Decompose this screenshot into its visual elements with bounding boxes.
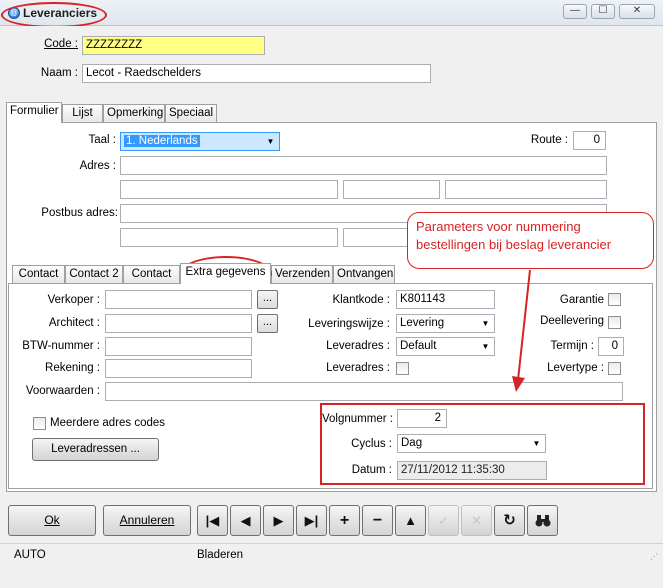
tab-lijst[interactable]: Lijst [62,104,103,123]
route-label: Route : [530,134,568,146]
klantkode-field[interactable]: K801143 [396,290,495,309]
garantie-checkbox[interactable] [608,293,621,306]
last-record-icon[interactable]: ▶| [296,505,327,536]
leveradressen-button[interactable]: Leveradressen ... [32,438,159,461]
verkoper-browse-button[interactable]: ... [257,290,278,309]
btw-field[interactable] [105,337,252,356]
leveradres-checkbox[interactable] [396,362,409,375]
code-label: Code : [44,38,78,50]
leveringswijze-select[interactable]: Levering ▼ [396,314,495,333]
route-field[interactable]: 0 [573,131,606,150]
postbus-label: Postbus adres: [41,207,118,219]
status-bar: AUTO Bladeren ⋰ [0,543,663,565]
taal-label: Taal : [88,134,117,146]
status-mode: AUTO [14,549,46,561]
leveradres-select[interactable]: Default ▼ [396,337,495,356]
annotation-arrow [512,269,531,392]
naam-field[interactable]: Lecot - Raedschelders [82,64,431,83]
chevron-down-icon: ▼ [481,319,490,328]
annuleren-button[interactable]: Annuleren [103,505,191,536]
resize-grip-icon[interactable]: ⋰ [650,552,660,562]
taal-value: 1. Nederlands [124,135,200,147]
add-record-icon[interactable]: + [329,505,360,536]
chevron-down-icon: ▼ [481,342,490,351]
volgnummer-annotation-box [320,403,645,485]
deellevering-checkbox[interactable] [608,316,621,329]
klantkode-label: Klantkode : [332,294,390,306]
meerdere-adres-checkbox[interactable] [33,417,46,430]
levertype-checkbox[interactable] [608,362,621,375]
adres-land-field[interactable] [445,180,607,199]
leveradres-check-label: Leveradres : [326,362,390,374]
leveringswijze-label: Leveringswijze : [308,318,390,330]
leveradres-value: Default [400,340,437,352]
tab-opmerking[interactable]: Opmerking [103,104,165,123]
architect-browse-button[interactable]: ... [257,314,278,333]
adres-postcode-field[interactable] [120,180,338,199]
ok-button[interactable]: Ok [8,505,96,536]
subtab-contact-1[interactable]: Contact 1 [12,265,65,297]
termijn-field[interactable]: 0 [598,337,624,356]
tab-speciaal[interactable]: Speciaal [165,104,217,123]
tab-formulier[interactable]: Formulier [6,102,62,123]
minimize-button[interactable]: — [563,4,587,19]
subtab-extra-gegevens[interactable]: Extra gegevens [180,263,271,284]
binoculars-icon [535,515,550,527]
previous-record-icon[interactable]: ◀ [230,505,261,536]
next-record-icon[interactable]: ▶ [263,505,294,536]
architect-label: Architect : [48,317,100,329]
maximize-button[interactable]: ☐ [591,4,615,19]
annotation-callout: Parameters voor nummering bestellingen b… [407,212,654,269]
adres-label: Adres : [79,160,116,172]
subtab-contact-2[interactable]: Contact 2 [65,265,123,284]
leveringswijze-value: Levering [400,317,445,329]
voorwaarden-field[interactable] [105,382,623,401]
rekening-label: Rekening : [45,362,100,374]
refresh-icon[interactable]: ↻ [494,505,525,536]
postbus-postcode-field[interactable] [120,228,338,247]
voorwaarden-label: Voorwaarden : [25,385,100,397]
subtab-ontvangen[interactable]: Ontvangen [333,265,395,284]
leveradres-label: Leveradres : [326,340,390,352]
search-icon[interactable] [527,505,558,536]
adres-line1-field[interactable] [120,156,607,175]
code-field[interactable]: ZZZZZZZZ [82,36,265,55]
confirm-icon: ✓ [428,505,459,536]
meerdere-adres-label: Meerdere adres codes [50,417,166,429]
verkoper-label: Verkoper : [47,294,100,306]
rekening-field[interactable] [105,359,252,378]
adres-gemeente-field[interactable] [343,180,440,199]
chevron-down-icon: ▼ [266,137,275,146]
delete-record-icon[interactable]: − [362,505,393,536]
status-state: Bladeren [197,549,244,561]
architect-field[interactable] [105,314,252,333]
first-record-icon[interactable]: |◀ [197,505,228,536]
title-annotation-ring [1,2,107,28]
verkoper-field[interactable] [105,290,252,309]
taal-select[interactable]: 1. Nederlands ▼ [120,132,280,151]
subtab-contact-3[interactable]: Contact 3 [123,265,180,297]
btw-label: BTW-nummer : [22,340,100,352]
cancel-icon: ✕ [461,505,492,536]
edit-record-icon[interactable]: ▲ [395,505,426,536]
close-button[interactable]: ✕ [619,4,655,19]
subtab-verzenden[interactable]: Verzenden [271,265,333,284]
naam-label: Naam : [40,67,78,79]
